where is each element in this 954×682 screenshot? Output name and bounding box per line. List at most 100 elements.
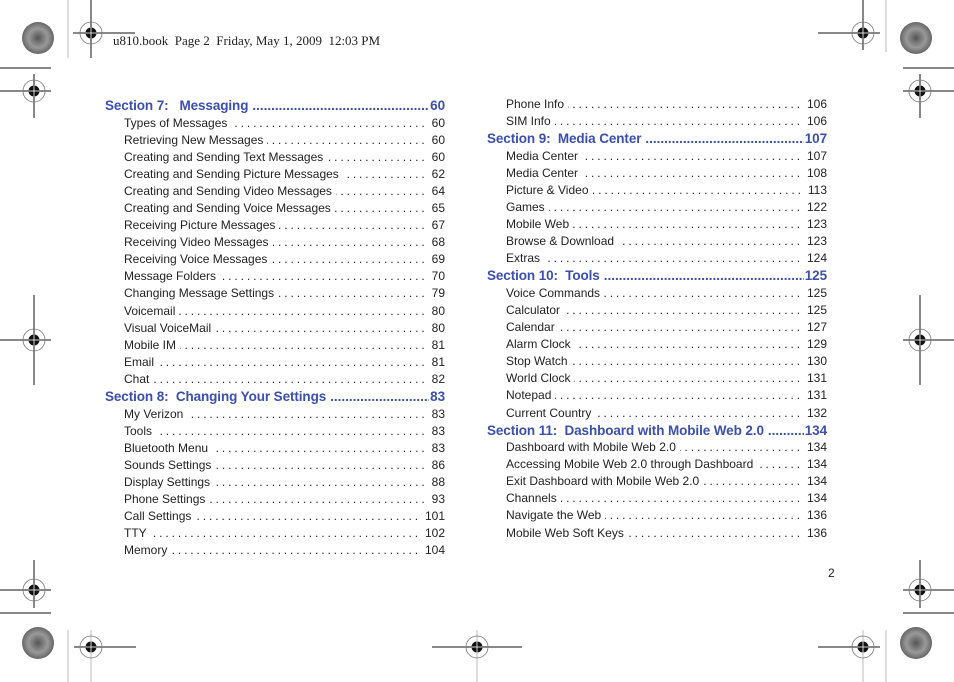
toc-entry[interactable]: Phone Info 106 xyxy=(487,97,827,114)
toc-entry[interactable]: Receiving Picture Messages 67 xyxy=(105,218,445,235)
dot-leader xyxy=(604,268,804,283)
toc-entry[interactable]: Retrieving New Messages 60 xyxy=(105,133,445,150)
toc-entry[interactable]: Extras 124 xyxy=(487,251,827,268)
color-dial-icon xyxy=(900,627,932,659)
dot-leader xyxy=(158,355,428,369)
toc-page-number: 88 xyxy=(431,474,445,489)
toc-entry[interactable]: Call Settings 101 xyxy=(105,509,445,526)
toc-entry[interactable]: Accessing Mobile Web 2.0 through Dashboa… xyxy=(487,457,827,474)
dot-leader xyxy=(187,407,427,421)
toc-section-heading[interactable]: Section 9: Media Center 107 xyxy=(487,131,827,149)
toc-page-number: 122 xyxy=(806,199,827,214)
toc-page-number: 131 xyxy=(806,388,827,403)
toc-entry[interactable]: Voice Commands 125 xyxy=(487,286,827,303)
toc-label: Receiving Video Messages xyxy=(124,235,269,250)
toc-entry[interactable]: SIM Info 106 xyxy=(487,114,827,131)
toc-entry[interactable]: Message Folders 70 xyxy=(105,269,445,286)
toc-entry[interactable]: Games 122 xyxy=(487,200,827,217)
toc-label: Mobile Web Soft Keys xyxy=(506,525,624,540)
toc-entry[interactable]: Creating and Sending Voice Messages 65 xyxy=(105,201,445,218)
toc-entry[interactable]: Channels 134 xyxy=(487,491,827,508)
dot-leader xyxy=(559,320,803,334)
toc-entry[interactable]: Browse & Download 123 xyxy=(487,234,827,251)
toc-page-number: 83 xyxy=(431,423,445,438)
toc-section-heading[interactable]: Section 8: Changing Your Settings 83 xyxy=(105,389,445,407)
toc-entry[interactable]: Creating and Sending Picture Messages 62 xyxy=(105,167,445,184)
dot-leader xyxy=(582,149,803,163)
toc-entry[interactable]: Receiving Voice Messages 69 xyxy=(105,252,445,269)
toc-entry[interactable]: Voicemail 80 xyxy=(105,304,445,321)
toc-entry[interactable]: Mobile IM 81 xyxy=(105,338,445,355)
toc-entry[interactable]: Media Center 107 xyxy=(487,149,827,166)
toc-label: Notepad xyxy=(506,388,552,403)
toc-entry[interactable]: Bluetooth Menu 83 xyxy=(105,441,445,458)
toc-page-number: 67 xyxy=(431,218,445,233)
toc-entry[interactable]: World Clock 131 xyxy=(487,371,827,388)
dot-leader xyxy=(215,321,427,335)
toc-entry[interactable]: My Verizon 83 xyxy=(105,407,445,424)
toc-page-number: 69 xyxy=(431,252,445,267)
toc-entry[interactable]: Picture & Video 113 xyxy=(487,183,827,200)
toc-entry[interactable]: Chat 82 xyxy=(105,372,445,389)
toc-page-number: 134 xyxy=(806,474,827,489)
toc-entry[interactable]: Calculator 125 xyxy=(487,303,827,320)
toc-entry[interactable]: Current Country 132 xyxy=(487,406,827,423)
toc-page-number: 125 xyxy=(806,302,827,317)
dot-leader xyxy=(593,183,804,197)
toc-page-number: 107 xyxy=(804,131,827,147)
toc-entry[interactable]: Email 81 xyxy=(105,355,445,372)
toc-entry[interactable]: Types of Messages 60 xyxy=(105,116,445,133)
toc-entry[interactable]: Stop Watch 130 xyxy=(487,354,827,371)
color-dial-icon xyxy=(22,627,54,659)
toc-entry[interactable]: Exit Dashboard with Mobile Web 2.0 134 xyxy=(487,474,827,491)
dot-leader xyxy=(153,372,427,386)
toc-page-number: 70 xyxy=(431,269,445,284)
toc-label: Media Center xyxy=(506,148,579,163)
toc-entry[interactable]: Display Settings 88 xyxy=(105,475,445,492)
toc-entry[interactable]: TTY 102 xyxy=(105,526,445,543)
toc-entry[interactable]: Creating and Sending Video Messages 64 xyxy=(105,184,445,201)
toc-page-number: 101 xyxy=(424,509,445,524)
toc-entry[interactable]: Sounds Settings 86 xyxy=(105,458,445,475)
dot-leader xyxy=(330,389,429,404)
toc-entry[interactable]: Phone Settings 93 xyxy=(105,492,445,509)
toc-entry[interactable]: Mobile Web 123 xyxy=(487,217,827,234)
toc-entry[interactable]: Receiving Video Messages 68 xyxy=(105,235,445,252)
toc-page-number: 129 xyxy=(806,337,827,352)
toc-section-heading[interactable]: Section 11: Dashboard with Mobile Web 2.… xyxy=(487,423,827,441)
toc-entry[interactable]: Memory 104 xyxy=(105,543,445,560)
toc-entry[interactable]: Visual VoiceMail 80 xyxy=(105,321,445,338)
toc-entry[interactable]: Navigate the Web 136 xyxy=(487,508,827,525)
dot-leader xyxy=(645,131,803,146)
toc-page-number: 102 xyxy=(424,526,445,541)
toc-page-number: 64 xyxy=(431,183,445,198)
toc-label: Exit Dashboard with Mobile Web 2.0 xyxy=(506,474,700,489)
toc-label: Changing Message Settings xyxy=(124,286,275,301)
toc-page-number: 83 xyxy=(431,440,445,455)
dot-leader xyxy=(214,475,428,489)
toc-label: Voice Commands xyxy=(506,285,601,300)
toc-entry[interactable]: Media Center 108 xyxy=(487,166,827,183)
toc-page-number: 134 xyxy=(806,440,827,455)
toc-section-heading[interactable]: Section 7: Messaging 60 xyxy=(105,98,445,116)
toc-label: Channels xyxy=(506,491,557,506)
dot-leader xyxy=(572,354,803,368)
toc-entry[interactable]: Alarm Clock 129 xyxy=(487,337,827,354)
toc-entry[interactable]: Mobile Web Soft Keys 136 xyxy=(487,526,827,543)
toc-page-number: 83 xyxy=(431,406,445,421)
toc-entry[interactable]: Calendar 127 xyxy=(487,320,827,337)
dot-leader xyxy=(605,508,803,522)
toc-page-number: 134 xyxy=(806,457,827,472)
toc-section-heading[interactable]: Section 10: Tools 125 xyxy=(487,268,827,286)
toc-entry[interactable]: Creating and Sending Text Messages 60 xyxy=(105,150,445,167)
toc-entry[interactable]: Notepad 131 xyxy=(487,388,827,405)
toc-page-number: 79 xyxy=(431,286,445,301)
dot-leader xyxy=(220,269,428,283)
toc-entry[interactable]: Dashboard with Mobile Web 2.0 134 xyxy=(487,440,827,457)
dot-leader xyxy=(768,423,804,438)
toc-entry[interactable]: Tools 83 xyxy=(105,424,445,441)
toc-entry[interactable]: Changing Message Settings 79 xyxy=(105,286,445,303)
toc-label: Mobile Web xyxy=(506,217,570,232)
toc-page-number: 123 xyxy=(806,217,827,232)
toc-label: Picture & Video xyxy=(506,182,589,197)
